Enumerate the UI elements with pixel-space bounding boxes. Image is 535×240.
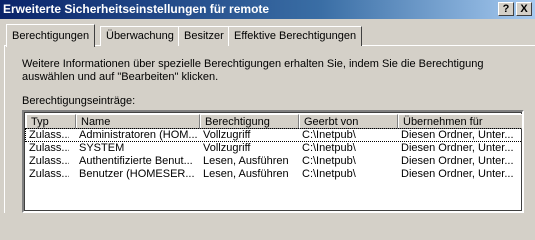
cell-typ: Zulass... [29,155,69,167]
cell-geerbt-von: C:\Inetpub\ [302,142,356,154]
cell-geerbt-von: C:\Inetpub\ [302,155,356,167]
cell-typ: Zulass... [29,129,69,141]
title-bar: Erweiterte Sicherheitseinstellungen für … [0,0,535,19]
column-header-berechtigung[interactable]: Berechtigung [200,114,299,129]
cell-uebernehmen-fuer: Diesen Ordner, Unter... [401,129,514,141]
tab-ueberwachung[interactable]: Überwachung [100,26,180,46]
list-label: Berechtigungseinträge: [22,95,136,107]
cell-berechtigung: Lesen, Ausführen [203,155,289,167]
column-header-uebernehmen-fuer[interactable]: Übernehmen für [398,114,522,129]
cell-uebernehmen-fuer: Diesen Ordner, Unter... [401,142,514,154]
close-button[interactable]: X [516,2,532,16]
cell-geerbt-von: C:\Inetpub\ [302,129,356,141]
cell-name: Administratoren (HOM... [79,129,198,141]
help-button[interactable]: ? [498,2,514,16]
table-row[interactable]: Zulass... Authentifizierte Benut... Lese… [26,155,522,167]
info-text: Weitere Informationen über spezielle Ber… [22,58,484,83]
table-row[interactable]: Zulass... Benutzer (HOMESER... Lesen, Au… [26,168,522,180]
cell-typ: Zulass... [29,142,69,154]
column-header-typ[interactable]: Typ [26,114,76,129]
cell-name: Authentifizierte Benut... [79,155,193,167]
column-header-name[interactable]: Name [76,114,200,129]
cell-name: Benutzer (HOMESER... [79,168,195,180]
table-row[interactable]: Zulass... SYSTEM Vollzugriff C:\Inetpub\… [26,142,522,154]
permission-entries-list[interactable]: Typ Name Berechtigung Geerbt von Überneh… [22,110,524,213]
table-row[interactable]: Zulass... Administratoren (HOM... Vollzu… [25,128,522,142]
cell-berechtigung: Vollzugriff [203,129,251,141]
tab-berechtigungen[interactable]: Berechtigungen [6,24,96,47]
cell-berechtigung: Vollzugriff [203,142,251,154]
cell-name: SYSTEM [79,142,125,154]
cell-uebernehmen-fuer: Diesen Ordner, Unter... [401,155,514,167]
cell-typ: Zulass... [29,168,69,180]
list-header: Typ Name Berechtigung Geerbt von Überneh… [26,114,522,129]
tab-besitzer[interactable]: Besitzer [178,26,230,46]
cell-berechtigung: Lesen, Ausführen [203,168,289,180]
tab-effektive-berechtigungen[interactable]: Effektive Berechtigungen [228,26,363,46]
column-header-geerbt-von[interactable]: Geerbt von [299,114,398,129]
cell-uebernehmen-fuer: Diesen Ordner, Unter... [401,168,514,180]
cell-geerbt-von: C:\Inetpub\ [302,168,356,180]
window-title: Erweiterte Sicherheitseinstellungen für … [3,2,270,16]
